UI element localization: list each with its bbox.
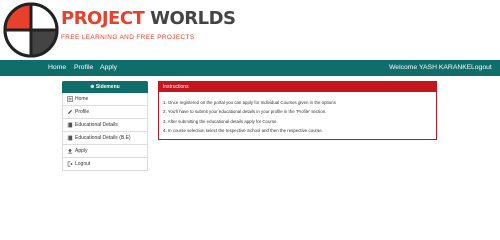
top-navbar: Home Profile Apply Welcome YASH KARANKE … xyxy=(0,60,500,76)
nav-profile-link[interactable]: Profile xyxy=(74,60,93,76)
sidebar-item-profile[interactable]: Profile xyxy=(62,106,148,119)
brand-name: PROJECT WORLDS xyxy=(61,9,236,29)
nav-apply-link[interactable]: Apply xyxy=(100,60,117,76)
sidebar-item-label: Logout xyxy=(75,161,91,167)
nav-home-link[interactable]: Home xyxy=(48,60,66,76)
nav-logout-link[interactable]: Logout xyxy=(471,60,492,76)
sidebar-item-label: Educational Details (B.E) xyxy=(75,135,131,141)
nav-welcome-user[interactable]: Welcome YASH KARANKE xyxy=(389,60,471,76)
instruction-item: 1. Once registered on the portal you can… xyxy=(163,100,336,105)
plus-circle-icon: ⊕ xyxy=(90,84,95,90)
sidebar-item-home[interactable]: Home xyxy=(62,93,148,106)
book-icon xyxy=(67,122,73,128)
sidebar-header: ⊕ Sidemenu xyxy=(62,81,148,93)
sidebar-item-label: Apply xyxy=(75,148,88,154)
sidebar: ⊕ Sidemenu Home Profile Educational Deta… xyxy=(62,81,148,171)
instruction-item: 2. You'll have to submit your educationa… xyxy=(163,109,327,115)
sidebar-item-label: Educational Details xyxy=(75,122,118,128)
brand-name-part1: PROJECT xyxy=(61,8,145,29)
sidebar-item-logout[interactable]: Logout xyxy=(62,158,148,171)
site-header: PROJECT WORLDS FREE LEARNING AND FREE PR… xyxy=(0,0,500,60)
sidebar-item-educational-details[interactable]: Educational Details xyxy=(62,119,148,132)
quadrant-circle-logo-icon xyxy=(3,2,59,58)
sidebar-item-label: Profile xyxy=(75,109,90,115)
instruction-item: 3. After submitting the educational deta… xyxy=(163,118,278,124)
pencil-icon xyxy=(67,109,73,115)
instructions-panel: Instructions 1. Once registered on the p… xyxy=(158,81,437,140)
brand-tagline: FREE LEARNING AND FREE PROJECTS xyxy=(61,34,195,41)
book-icon xyxy=(67,135,73,141)
logout-icon xyxy=(67,161,73,167)
sidebar-header-label: Sidemenu xyxy=(95,84,120,90)
sidebar-item-educational-details-be[interactable]: Educational Details (B.E) xyxy=(62,132,148,145)
sidebar-item-label: Home xyxy=(75,96,89,102)
instructions-list: 1. Once registered on the portal you can… xyxy=(159,92,436,135)
instruction-item: 4. In course selection select the respec… xyxy=(163,127,323,133)
list-icon xyxy=(67,96,73,102)
upload-icon xyxy=(67,148,73,154)
sidebar-item-apply[interactable]: Apply xyxy=(62,145,148,158)
instructions-title: Instructions xyxy=(159,82,436,92)
brand-name-part2: WORLDS xyxy=(150,8,236,29)
